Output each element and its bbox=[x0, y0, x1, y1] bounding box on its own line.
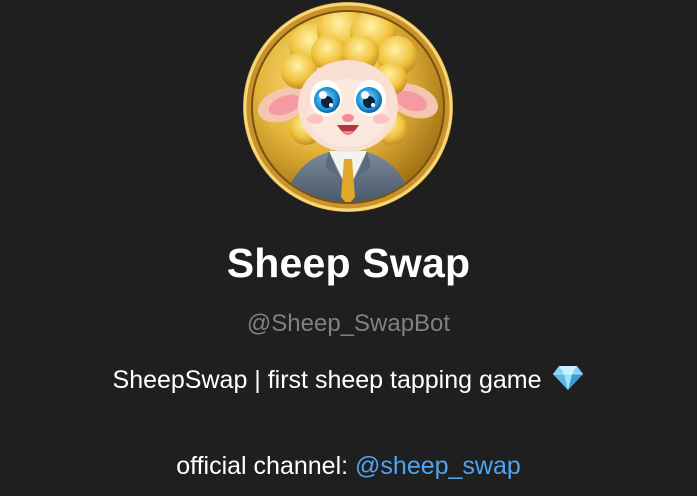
diamond-icon bbox=[552, 365, 584, 398]
profile-channel: official channel: @sheep_swap bbox=[0, 452, 697, 481]
bio-text: SheepSwap | first sheep tapping game bbox=[112, 366, 542, 394]
channel-label: official channel: bbox=[176, 452, 356, 480]
sheep-coin-avatar-icon bbox=[243, 2, 453, 212]
profile-name: Sheep Swap bbox=[226, 240, 471, 286]
profile-bio: SheepSwap | first sheep tapping game bbox=[0, 365, 697, 398]
bot-profile: Sheep Swap @Sheep_SwapBot SheepSwap | fi… bbox=[0, 0, 697, 496]
profile-avatar[interactable] bbox=[241, 1, 455, 213]
profile-username[interactable]: @Sheep_SwapBot bbox=[0, 310, 697, 338]
channel-link[interactable]: @sheep_swap bbox=[355, 452, 521, 480]
